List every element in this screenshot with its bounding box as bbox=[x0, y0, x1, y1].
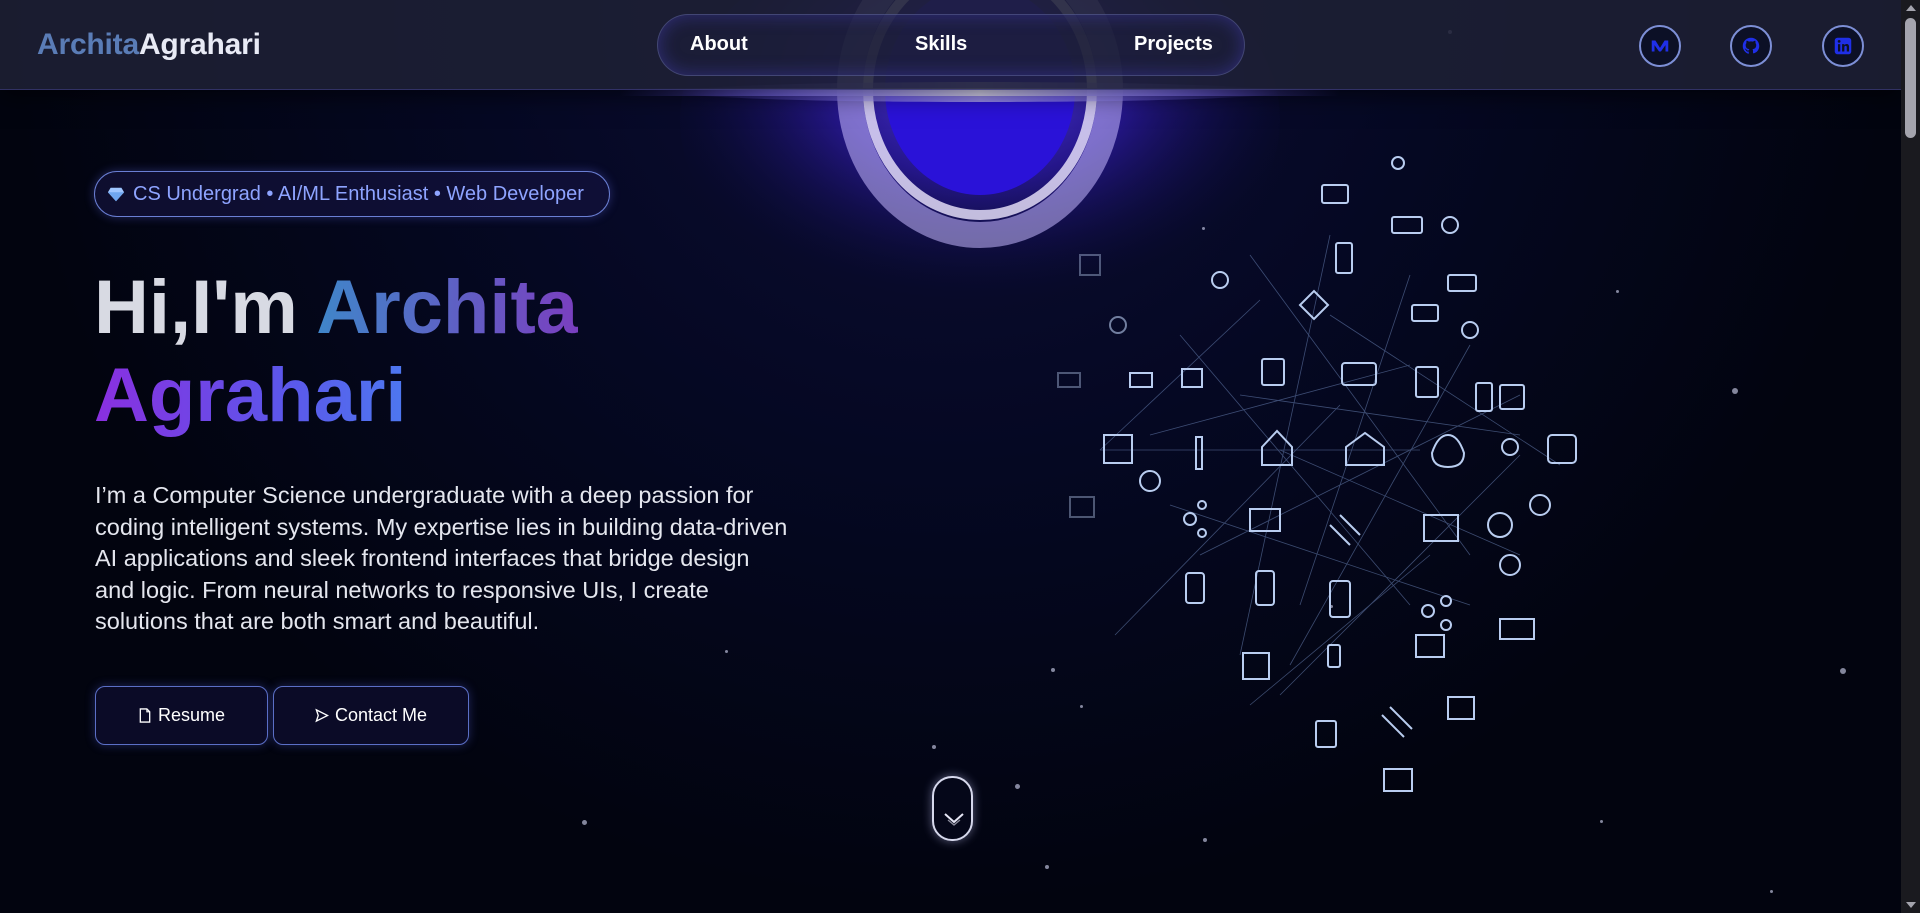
logo-first-name: Archita bbox=[37, 28, 139, 61]
linkedin-link[interactable] bbox=[1822, 25, 1864, 67]
resume-label: Resume bbox=[157, 705, 226, 725]
page: ArchitaAgrahari About Skills Projects CS… bbox=[0, 0, 1901, 913]
star bbox=[1770, 890, 1773, 893]
github-link[interactable] bbox=[1730, 25, 1772, 67]
site-logo[interactable]: ArchitaAgrahari bbox=[37, 28, 261, 62]
main-nav: About Skills Projects bbox=[657, 14, 1245, 76]
tech-network-graphic bbox=[1000, 135, 1660, 815]
github-icon bbox=[1742, 37, 1760, 54]
logo-last-name: Agrahari bbox=[138, 28, 261, 61]
top-navbar: ArchitaAgrahari About Skills Projects bbox=[0, 0, 1901, 90]
scroll-up-arrow-icon[interactable] bbox=[1906, 5, 1916, 11]
linkedin-icon bbox=[1834, 37, 1852, 55]
scrollbar-thumb[interactable] bbox=[1905, 18, 1916, 138]
nav-projects[interactable]: Projects bbox=[1134, 33, 1213, 56]
tagline-text: CS Undergrad • AI/ML Enthusiast • Web De… bbox=[133, 182, 584, 205]
star bbox=[1045, 865, 1049, 869]
name-last: Agrahari bbox=[94, 353, 407, 438]
star bbox=[1840, 668, 1846, 674]
nav-skills[interactable]: Skills bbox=[915, 33, 967, 56]
medium-icon bbox=[1651, 40, 1669, 52]
tagline-badge: CS Undergrad • AI/ML Enthusiast • Web De… bbox=[94, 171, 610, 217]
document-icon bbox=[139, 708, 151, 723]
hero-description: I’m a Computer Science undergraduate wit… bbox=[95, 482, 788, 634]
star bbox=[1600, 820, 1603, 823]
hero-heading: Hi,I'm Archita Agrahari bbox=[94, 264, 578, 440]
medium-link[interactable] bbox=[1639, 25, 1681, 67]
scroll-down-button[interactable] bbox=[932, 776, 973, 841]
resume-button[interactable]: Resume bbox=[95, 686, 268, 745]
nav-about[interactable]: About bbox=[690, 33, 748, 56]
star bbox=[1732, 388, 1738, 394]
star bbox=[1203, 838, 1207, 842]
scroll-down-arrow-icon[interactable] bbox=[1906, 902, 1916, 908]
name-first: Archita bbox=[316, 265, 579, 350]
star bbox=[932, 745, 936, 749]
contact-button[interactable]: Contact Me bbox=[273, 686, 469, 745]
page-scrollbar[interactable] bbox=[1901, 0, 1920, 913]
greeting-text: Hi,I'm bbox=[94, 265, 298, 350]
star bbox=[725, 650, 728, 653]
chevron-down-icon bbox=[944, 813, 964, 826]
gem-icon bbox=[107, 187, 125, 202]
contact-label: Contact Me bbox=[334, 705, 428, 725]
send-icon bbox=[315, 708, 329, 723]
star bbox=[582, 820, 587, 825]
